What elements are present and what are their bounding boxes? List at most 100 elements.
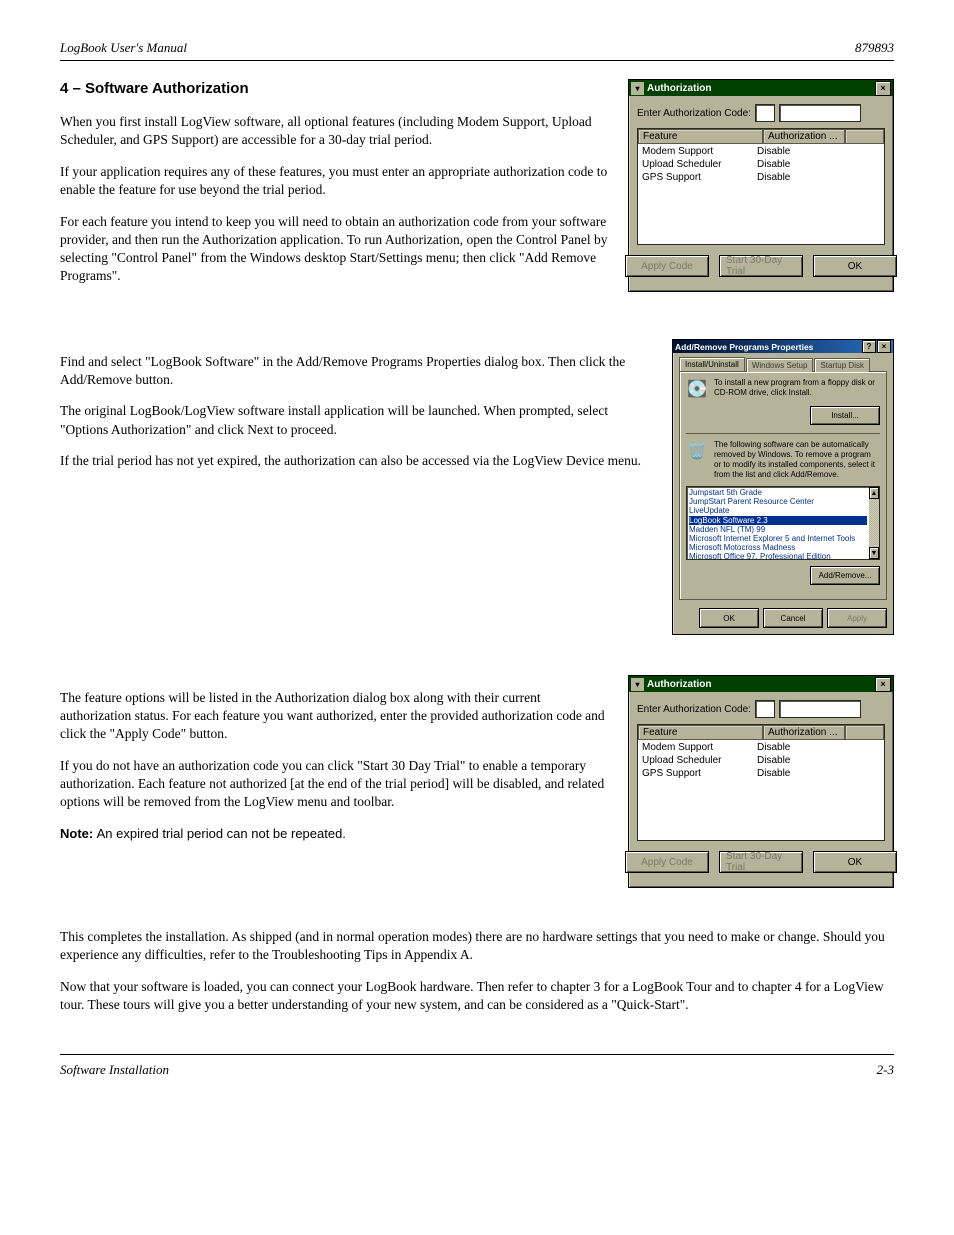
- list-item[interactable]: Microsoft Office 97, Professional Editio…: [689, 552, 867, 559]
- col-feature[interactable]: Feature: [638, 129, 763, 144]
- step-5-text: Find and select "LogBook Software" in th…: [60, 339, 672, 635]
- step-4-p2: If your application requires any of thes…: [60, 163, 608, 199]
- step-6-figure: ▾ Authorization × Enter Authorization Co…: [628, 675, 894, 888]
- header-right: 879893: [855, 40, 894, 56]
- list-item-selected[interactable]: LogBook Software 2.3: [689, 516, 867, 525]
- arp-top-text: To install a new program from a floppy d…: [714, 378, 880, 398]
- header-left: LogBook User's Manual: [60, 40, 187, 56]
- auth-feature-list[interactable]: Feature Authorization ... Modem SupportD…: [637, 724, 885, 841]
- authorization-titlebar: ▾ Authorization ×: [629, 80, 893, 96]
- start-trial-button[interactable]: Start 30-Day Trial: [719, 851, 803, 873]
- ok-button[interactable]: OK: [813, 851, 897, 873]
- step-6-p1: The feature options will be listed in th…: [60, 689, 608, 744]
- sysmenu-icon[interactable]: ▾: [631, 82, 644, 95]
- step-4-p3: For each feature you intend to keep you …: [60, 213, 608, 286]
- auth-list-header: Feature Authorization ...: [638, 725, 884, 740]
- arp-titlebar: Add/Remove Programs Properties ? ×: [673, 340, 893, 353]
- step-6-text: The feature options will be listed in th…: [60, 675, 628, 888]
- auth-code-input-1[interactable]: [755, 700, 775, 718]
- auth-list-header: Feature Authorization ...: [638, 129, 884, 144]
- arp-title: Add/Remove Programs Properties: [675, 342, 813, 352]
- arp-ok-button[interactable]: OK: [699, 608, 759, 628]
- sysmenu-icon[interactable]: ▾: [631, 678, 644, 691]
- conclusion-p1: This completes the installation. As ship…: [60, 928, 894, 964]
- page-footer: Software Installation 2-3: [60, 1062, 894, 1078]
- tab-startup-disk[interactable]: Startup Disk: [814, 358, 870, 372]
- enter-code-label: Enter Authorization Code:: [637, 108, 751, 119]
- col-authorization[interactable]: Authorization ...: [763, 129, 845, 144]
- step-4-figure: ▾ Authorization × Enter Authorization Co…: [628, 79, 894, 299]
- footer-left: Software Installation: [60, 1062, 169, 1078]
- help-icon[interactable]: ?: [862, 340, 876, 353]
- authorization-titlebar: ▾ Authorization ×: [629, 676, 893, 692]
- authorization-title: Authorization: [647, 83, 711, 94]
- arp-apply-button[interactable]: Apply: [827, 608, 887, 628]
- add-remove-button[interactable]: Add/Remove...: [810, 566, 880, 585]
- add-remove-programs-dialog: Add/Remove Programs Properties ? × Insta…: [672, 339, 894, 635]
- table-row[interactable]: Modem SupportDisable: [642, 146, 880, 159]
- arp-mid-text: The following software can be automatica…: [714, 440, 880, 480]
- enter-code-label: Enter Authorization Code:: [637, 704, 751, 715]
- footer-right: 2-3: [877, 1062, 894, 1078]
- tab-windows-setup[interactable]: Windows Setup: [746, 358, 814, 372]
- col-feature[interactable]: Feature: [638, 725, 763, 740]
- step-5-figure: Add/Remove Programs Properties ? × Insta…: [672, 339, 894, 635]
- authorization-dialog: ▾ Authorization × Enter Authorization Co…: [628, 675, 894, 888]
- install-button[interactable]: Install...: [810, 406, 880, 425]
- arp-programs-list[interactable]: Jumpstart 5th Grade JumpStart Parent Res…: [686, 486, 880, 560]
- close-icon[interactable]: ×: [877, 340, 891, 353]
- start-trial-button[interactable]: Start 30-Day Trial: [719, 255, 803, 277]
- table-row[interactable]: Upload SchedulerDisable: [642, 159, 880, 172]
- arp-list-items: Jumpstart 5th Grade JumpStart Parent Res…: [687, 487, 869, 559]
- note-label: Note:: [60, 826, 93, 841]
- scrollbar[interactable]: ▲ ▼: [869, 487, 879, 559]
- auth-code-input-2[interactable]: [779, 700, 861, 718]
- list-item[interactable]: Microsoft Internet Explorer 5 and Intern…: [689, 534, 867, 543]
- section-step-5: Find and select "LogBook Software" in th…: [60, 339, 894, 635]
- scroll-track[interactable]: [869, 499, 879, 547]
- arp-cancel-button[interactable]: Cancel: [763, 608, 823, 628]
- close-icon[interactable]: ×: [875, 677, 891, 692]
- header-rule: [60, 60, 894, 61]
- page-header: LogBook User's Manual 879893: [60, 40, 894, 56]
- list-item[interactable]: Jumpstart 5th Grade: [689, 488, 867, 497]
- auth-feature-list[interactable]: Feature Authorization ... Modem SupportD…: [637, 128, 885, 245]
- col-spacer: [845, 129, 884, 144]
- step-5-p3: If the trial period has not yet expired,…: [60, 452, 652, 470]
- col-spacer: [845, 725, 884, 740]
- table-row[interactable]: GPS SupportDisable: [642, 172, 880, 185]
- step-5-p2: The original LogBook/LogView software in…: [60, 402, 652, 438]
- note-body: An expired trial period can not be repea…: [97, 826, 346, 841]
- section-step-4: 4 – Software Authorization When you firs…: [60, 79, 894, 299]
- list-item[interactable]: Microsoft Motocross Madness: [689, 543, 867, 552]
- list-item[interactable]: LiveUpdate: [689, 506, 867, 515]
- authorization-dialog: ▾ Authorization × Enter Authorization Co…: [628, 79, 894, 292]
- list-item[interactable]: Madden NFL (TM) 99: [689, 525, 867, 534]
- auth-code-input-1[interactable]: [755, 104, 775, 122]
- install-icon: 💽: [686, 378, 708, 400]
- authorization-title: Authorization: [647, 679, 711, 690]
- table-row[interactable]: Modem SupportDisable: [642, 742, 880, 755]
- table-row[interactable]: Upload SchedulerDisable: [642, 755, 880, 768]
- tab-install-uninstall[interactable]: Install/Uninstall: [679, 357, 745, 371]
- step-4-title: 4 – Software Authorization: [60, 79, 608, 99]
- step-4-text: 4 – Software Authorization When you firs…: [60, 79, 628, 299]
- uninstall-icon: 🗑️: [686, 440, 708, 462]
- conclusion-p2: Now that your software is loaded, you ca…: [60, 978, 894, 1014]
- auth-code-input-2[interactable]: [779, 104, 861, 122]
- table-row[interactable]: GPS SupportDisable: [642, 768, 880, 781]
- list-item[interactable]: JumpStart Parent Resource Center: [689, 497, 867, 506]
- close-icon[interactable]: ×: [875, 81, 891, 96]
- step-5-p1: Find and select "LogBook Software" in th…: [60, 353, 652, 389]
- footer-rule: [60, 1054, 894, 1055]
- scroll-down-icon[interactable]: ▼: [869, 547, 879, 559]
- step-4-p1: When you first install LogView software,…: [60, 113, 608, 149]
- arp-tabpane: 💽 To install a new program from a floppy…: [679, 371, 887, 600]
- apply-code-button[interactable]: Apply Code: [625, 255, 709, 277]
- apply-code-button[interactable]: Apply Code: [625, 851, 709, 873]
- step-6-p2: If you do not have an authorization code…: [60, 757, 608, 812]
- ok-button[interactable]: OK: [813, 255, 897, 277]
- arp-divider: [686, 433, 880, 434]
- col-authorization[interactable]: Authorization ...: [763, 725, 845, 740]
- scroll-up-icon[interactable]: ▲: [869, 487, 879, 499]
